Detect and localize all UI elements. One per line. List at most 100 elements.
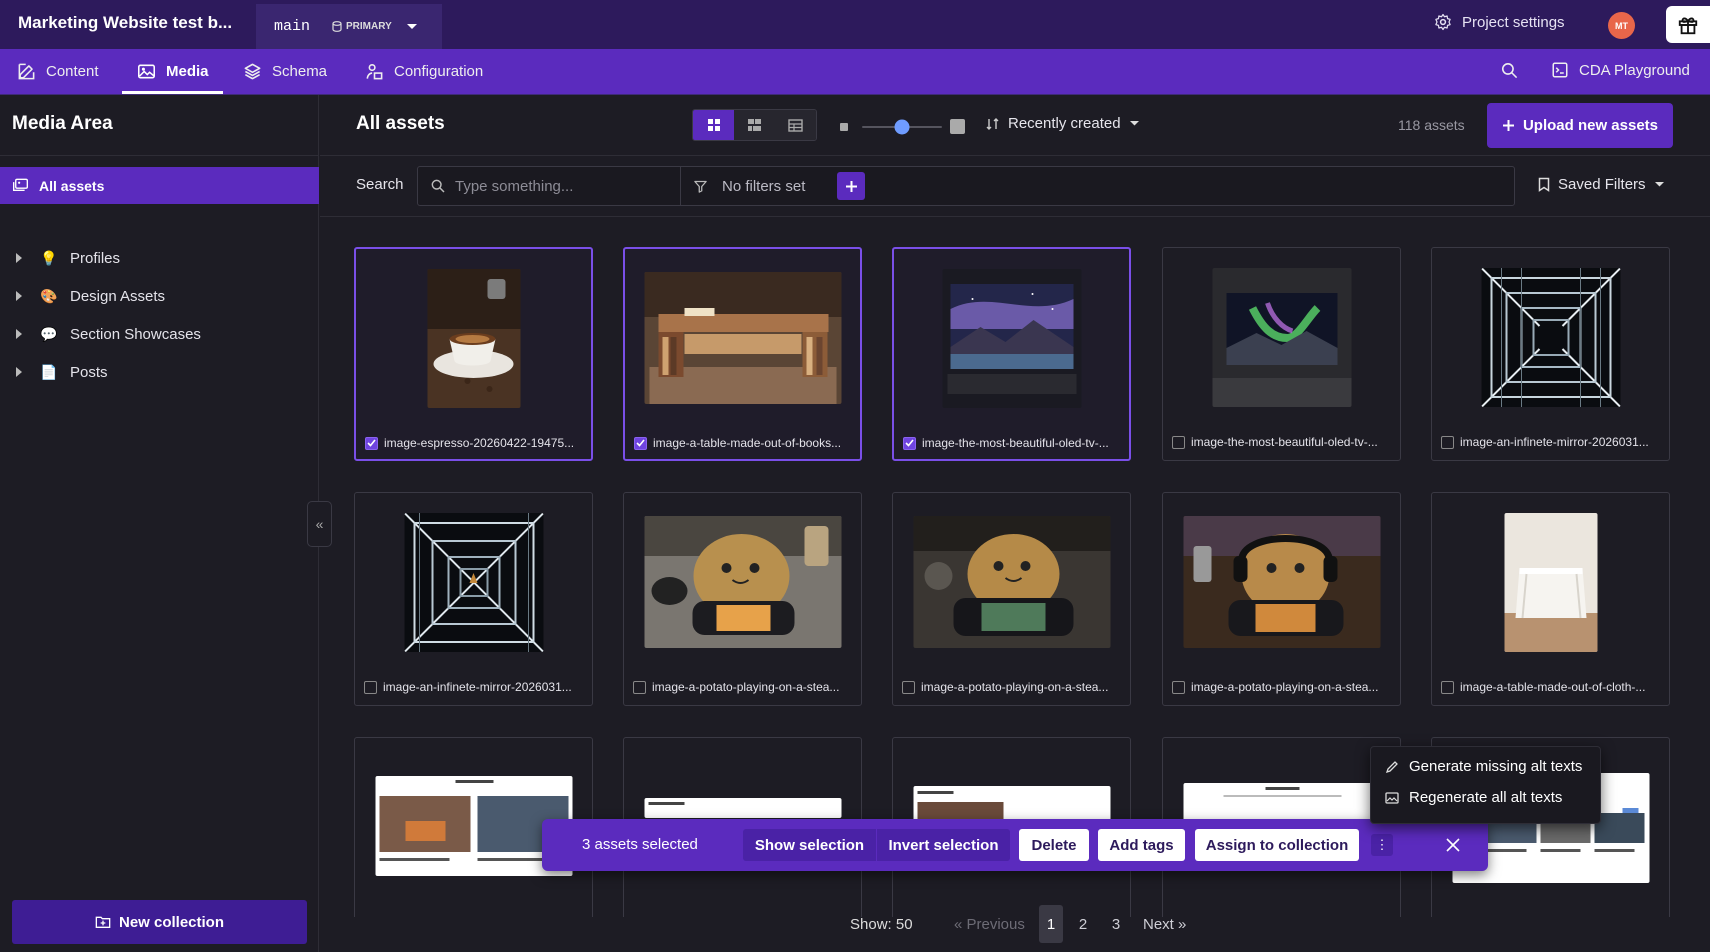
tab-media[interactable]: Media [137,49,209,94]
asset-checkbox[interactable] [902,680,915,694]
asset-checkbox[interactable] [903,436,916,450]
page-size-selector[interactable]: Show: 50 [850,916,913,933]
sidebar-item-all-assets[interactable]: All assets [0,167,319,204]
upload-button[interactable]: Upload new assets [1487,103,1673,148]
previous-page-button[interactable]: « Previous [954,905,1025,943]
filter-status[interactable]: No filters set [693,167,805,205]
caret-right-icon[interactable] [16,329,22,339]
asset-filename: image-an-infinete-mirror-2026031... [383,680,572,694]
asset-card[interactable]: image-an-infinete-mirror-2026031... [354,492,593,706]
filter-status-label: No filters set [722,177,806,195]
grid-view-button[interactable] [693,110,734,140]
images-icon [13,178,28,191]
chevron-down-icon [1654,182,1664,187]
asset-card[interactable]: image-an-infinete-mirror-2026031... [1431,247,1670,461]
selection-action-bar: 3 assets selected Show selection Invert … [542,819,1488,871]
selection-count: 3 assets selected [582,836,698,853]
add-tags-button[interactable]: Add tags [1098,829,1185,861]
tab-schema[interactable]: Schema [243,49,327,94]
add-filter-button[interactable] [837,172,865,200]
asset-label: image-espresso-20260422-19475... [365,436,585,450]
sort-dropdown[interactable]: Recently created [986,115,1140,132]
sidebar-item-section-showcases[interactable]: 💬 Section Showcases [0,315,319,353]
asset-card[interactable]: image-a-table-made-out-of-books... [623,247,862,461]
slider-track [840,119,965,135]
asset-card[interactable]: image-a-table-made-out-of-cloth-... [1431,492,1670,706]
caret-right-icon[interactable] [16,291,22,301]
search-button[interactable] [1500,61,1519,80]
close-icon [1446,838,1460,852]
asset-checkbox[interactable] [1172,435,1185,449]
new-collection-button[interactable]: New collection [12,900,307,944]
delete-button[interactable]: Delete [1019,829,1089,861]
asset-checkbox[interactable] [364,680,377,694]
asset-thumbnail [1481,268,1620,407]
thumbnail-size-slider[interactable] [840,118,965,136]
masonry-icon [748,119,761,131]
next-page-button[interactable]: Next » [1143,905,1186,943]
tab-configuration[interactable]: Configuration [365,49,483,94]
environment-badge: PRIMARY [332,21,392,32]
caret-right-icon[interactable] [16,253,22,263]
tab-content[interactable]: Content [17,49,99,94]
assign-to-collection-button[interactable]: Assign to collection [1195,829,1359,861]
asset-label: image-a-potato-playing-on-a-stea... [1172,680,1392,694]
view-mode-switch [692,109,817,141]
branch-selector[interactable]: main PRIMARY [256,4,442,49]
asset-count: 118 assets [1398,117,1465,133]
avatar[interactable]: MT [1608,12,1635,39]
plus-icon [845,180,857,192]
asset-card[interactable]: image-a-potato-playing-on-a-stea... [1162,492,1401,706]
saved-filters-dropdown[interactable]: Saved Filters [1538,176,1665,193]
asset-checkbox[interactable] [365,436,378,450]
invert-selection-button[interactable]: Invert selection [877,829,1010,861]
main-nav: Content Media Schema Configuration CDA P… [0,49,1710,95]
search-input[interactable] [455,177,675,195]
asset-checkbox[interactable] [1172,680,1185,694]
cda-playground-link[interactable]: CDA Playground [1551,61,1690,79]
page-button-3[interactable]: 3 [1104,905,1128,943]
menu-item-regenerate-alt-texts[interactable]: Regenerate all alt texts [1371,782,1600,813]
project-settings-link[interactable]: Project settings [1434,13,1565,31]
asset-card[interactable]: image-a-potato-playing-on-a-stea... [892,492,1131,706]
assets-toolbar: All assets Recently created 118 assets U… [320,95,1710,156]
asset-checkbox[interactable] [634,436,647,450]
sidebar-item-profiles[interactable]: 💡 Profiles [0,239,319,277]
asset-card[interactable]: image-the-most-beautiful-oled-tv-... [892,247,1131,461]
clear-selection-button[interactable] [1442,834,1464,856]
page-button-2[interactable]: 2 [1071,905,1095,943]
asset-card[interactable]: image-the-most-beautiful-oled-tv-... [1162,247,1401,461]
menu-item-generate-alt-texts[interactable]: Generate missing alt texts [1371,751,1600,782]
page-button-1[interactable]: 1 [1039,905,1063,943]
masonry-view-button[interactable] [734,110,775,140]
asset-label: image-a-table-made-out-of-cloth-... [1441,680,1661,694]
sidebar-title: Media Area [0,95,318,156]
asset-card[interactable]: image-a-potato-playing-on-a-stea... [623,492,862,706]
sidebar-item-design-assets[interactable]: 🎨 Design Assets [0,277,319,315]
chevron-down-icon [1129,121,1139,126]
show-selection-button[interactable]: Show selection [743,829,876,861]
table-view-button[interactable] [775,110,816,140]
asset-thumbnail [913,516,1110,648]
asset-label: image-a-potato-playing-on-a-stea... [633,680,853,694]
asset-checkbox[interactable] [633,680,646,694]
search-icon [1501,62,1518,79]
all-assets-label: All assets [39,177,105,194]
project-title[interactable]: Marketing Website test b... [18,13,232,33]
sidebar-item-posts[interactable]: 📄 Posts [0,353,319,391]
more-actions-button[interactable]: ⋮ [1371,834,1393,856]
asset-checkbox[interactable] [1441,435,1454,449]
asset-card[interactable]: image-espresso-20260422-19475... [354,247,593,461]
asset-thumbnail [404,513,543,652]
terminal-icon [1552,62,1568,78]
gift-button[interactable] [1666,6,1710,43]
chevron-down-icon [406,23,417,29]
asset-label: image-an-infinete-mirror-2026031... [1441,435,1661,449]
asset-label: image-an-infinete-mirror-2026031... [364,680,584,694]
asset-checkbox[interactable] [1441,680,1454,694]
sort-icon [986,117,999,130]
filter-bar: Search No filters set Saved Filters [320,156,1710,217]
asset-thumbnail [942,269,1081,408]
caret-right-icon[interactable] [16,367,22,377]
gear-icon [1435,13,1451,31]
